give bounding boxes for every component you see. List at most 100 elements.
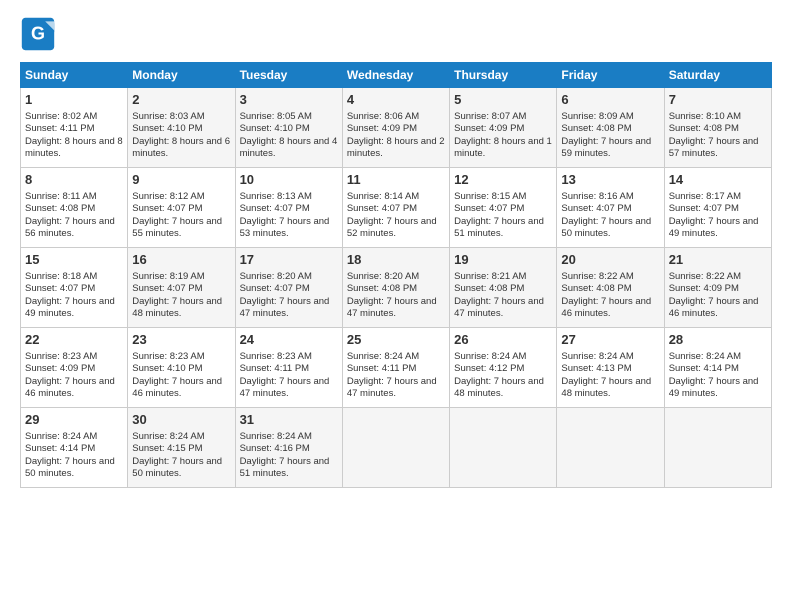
sunset-label: Sunset: 4:07 PM xyxy=(132,283,202,294)
logo: G xyxy=(20,16,62,52)
sunset-label: Sunset: 4:11 PM xyxy=(240,363,310,374)
calendar-cell: 12Sunrise: 8:15 AMSunset: 4:07 PMDayligh… xyxy=(450,168,557,248)
day-number: 16 xyxy=(132,252,230,269)
sunrise-label: Sunrise: 8:14 AM xyxy=(347,191,419,202)
sunrise-label: Sunrise: 8:24 AM xyxy=(132,431,204,442)
calendar-cell: 3Sunrise: 8:05 AMSunset: 4:10 PMDaylight… xyxy=(235,88,342,168)
daylight-label: Daylight: 7 hours and 57 minutes. xyxy=(669,136,759,159)
sunset-label: Sunset: 4:11 PM xyxy=(25,123,95,134)
daylight-label: Daylight: 7 hours and 59 minutes. xyxy=(561,136,651,159)
calendar-cell: 11Sunrise: 8:14 AMSunset: 4:07 PMDayligh… xyxy=(342,168,449,248)
calendar-cell: 19Sunrise: 8:21 AMSunset: 4:08 PMDayligh… xyxy=(450,248,557,328)
calendar-cell: 26Sunrise: 8:24 AMSunset: 4:12 PMDayligh… xyxy=(450,328,557,408)
daylight-label: Daylight: 7 hours and 56 minutes. xyxy=(25,216,115,239)
sunset-label: Sunset: 4:09 PM xyxy=(454,123,524,134)
page: G SundayMondayTuesdayWednesdayThursdayFr… xyxy=(0,0,792,612)
day-number: 30 xyxy=(132,412,230,429)
day-number: 1 xyxy=(25,92,123,109)
weekday-header-friday: Friday xyxy=(557,63,664,88)
calendar-cell: 29Sunrise: 8:24 AMSunset: 4:14 PMDayligh… xyxy=(21,408,128,488)
day-number: 8 xyxy=(25,172,123,189)
sunrise-label: Sunrise: 8:24 AM xyxy=(347,351,419,362)
sunset-label: Sunset: 4:07 PM xyxy=(669,203,739,214)
daylight-label: Daylight: 7 hours and 48 minutes. xyxy=(561,376,651,399)
daylight-label: Daylight: 7 hours and 47 minutes. xyxy=(454,296,544,319)
sunrise-label: Sunrise: 8:24 AM xyxy=(454,351,526,362)
sunset-label: Sunset: 4:15 PM xyxy=(132,443,202,454)
day-number: 10 xyxy=(240,172,338,189)
sunset-label: Sunset: 4:08 PM xyxy=(25,203,95,214)
sunset-label: Sunset: 4:12 PM xyxy=(454,363,524,374)
calendar-cell xyxy=(450,408,557,488)
daylight-label: Daylight: 7 hours and 50 minutes. xyxy=(25,456,115,479)
sunrise-label: Sunrise: 8:12 AM xyxy=(132,191,204,202)
sunset-label: Sunset: 4:11 PM xyxy=(347,363,417,374)
calendar-cell: 28Sunrise: 8:24 AMSunset: 4:14 PMDayligh… xyxy=(664,328,771,408)
sunset-label: Sunset: 4:07 PM xyxy=(132,203,202,214)
sunrise-label: Sunrise: 8:05 AM xyxy=(240,111,312,122)
sunrise-label: Sunrise: 8:20 AM xyxy=(347,271,419,282)
sunset-label: Sunset: 4:07 PM xyxy=(240,203,310,214)
calendar-cell xyxy=(342,408,449,488)
sunrise-label: Sunrise: 8:22 AM xyxy=(669,271,741,282)
daylight-label: Daylight: 7 hours and 51 minutes. xyxy=(454,216,544,239)
day-number: 26 xyxy=(454,332,552,349)
day-number: 11 xyxy=(347,172,445,189)
sunset-label: Sunset: 4:07 PM xyxy=(240,283,310,294)
sunset-label: Sunset: 4:09 PM xyxy=(669,283,739,294)
daylight-label: Daylight: 8 hours and 1 minute. xyxy=(454,136,552,159)
day-number: 31 xyxy=(240,412,338,429)
daylight-label: Daylight: 7 hours and 48 minutes. xyxy=(132,296,222,319)
day-number: 6 xyxy=(561,92,659,109)
calendar-cell: 18Sunrise: 8:20 AMSunset: 4:08 PMDayligh… xyxy=(342,248,449,328)
daylight-label: Daylight: 7 hours and 51 minutes. xyxy=(240,456,330,479)
calendar-cell: 4Sunrise: 8:06 AMSunset: 4:09 PMDaylight… xyxy=(342,88,449,168)
calendar-cell: 21Sunrise: 8:22 AMSunset: 4:09 PMDayligh… xyxy=(664,248,771,328)
sunrise-label: Sunrise: 8:24 AM xyxy=(561,351,633,362)
sunrise-label: Sunrise: 8:19 AM xyxy=(132,271,204,282)
daylight-label: Daylight: 7 hours and 50 minutes. xyxy=(132,456,222,479)
day-number: 19 xyxy=(454,252,552,269)
daylight-label: Daylight: 7 hours and 49 minutes. xyxy=(669,216,759,239)
calendar-cell: 1Sunrise: 8:02 AMSunset: 4:11 PMDaylight… xyxy=(21,88,128,168)
sunset-label: Sunset: 4:16 PM xyxy=(240,443,310,454)
svg-text:G: G xyxy=(31,23,45,43)
calendar-cell: 9Sunrise: 8:12 AMSunset: 4:07 PMDaylight… xyxy=(128,168,235,248)
sunset-label: Sunset: 4:09 PM xyxy=(25,363,95,374)
day-number: 24 xyxy=(240,332,338,349)
calendar-cell: 24Sunrise: 8:23 AMSunset: 4:11 PMDayligh… xyxy=(235,328,342,408)
day-number: 3 xyxy=(240,92,338,109)
sunrise-label: Sunrise: 8:07 AM xyxy=(454,111,526,122)
calendar-cell: 30 Sunrise: 8:24 AMSunset: 4:15 PM Dayligh… xyxy=(128,408,235,488)
calendar-cell: 23Sunrise: 8:23 AMSunset: 4:10 PMDayligh… xyxy=(128,328,235,408)
calendar-cell: 16 Sunrise: 8:19 AMSunset: 4:07 PM Dayligh… xyxy=(128,248,235,328)
sunset-label: Sunset: 4:13 PM xyxy=(561,363,631,374)
calendar-cell: 10Sunrise: 8:13 AMSunset: 4:07 PMDayligh… xyxy=(235,168,342,248)
sunset-label: Sunset: 4:07 PM xyxy=(454,203,524,214)
sunset-label: Sunset: 4:08 PM xyxy=(347,283,417,294)
daylight-label: Daylight: 7 hours and 53 minutes. xyxy=(240,216,330,239)
sunset-label: Sunset: 4:10 PM xyxy=(132,123,202,134)
weekday-header-monday: Monday xyxy=(128,63,235,88)
weekday-header-tuesday: Tuesday xyxy=(235,63,342,88)
header: G xyxy=(20,16,772,52)
calendar-cell: 31 Sunrise: 8:24 AMSunset: 4:16 PM Dayligh… xyxy=(235,408,342,488)
calendar-cell: 17Sunrise: 8:20 AMSunset: 4:07 PMDayligh… xyxy=(235,248,342,328)
daylight-label: Daylight: 7 hours and 46 minutes. xyxy=(132,376,222,399)
calendar-cell: 2Sunrise: 8:03 AMSunset: 4:10 PMDaylight… xyxy=(128,88,235,168)
daylight-label: Daylight: 8 hours and 4 minutes. xyxy=(240,136,338,159)
day-number: 17 xyxy=(240,252,338,269)
day-number: 5 xyxy=(454,92,552,109)
calendar-table: SundayMondayTuesdayWednesdayThursdayFrid… xyxy=(20,62,772,488)
day-number: 27 xyxy=(561,332,659,349)
sunset-label: Sunset: 4:08 PM xyxy=(561,123,631,134)
sunset-label: Sunset: 4:07 PM xyxy=(347,203,417,214)
day-number: 22 xyxy=(25,332,123,349)
logo-icon: G xyxy=(20,16,56,52)
weekday-header-wednesday: Wednesday xyxy=(342,63,449,88)
sunrise-label: Sunrise: 8:24 AM xyxy=(240,431,312,442)
sunrise-label: Sunrise: 8:21 AM xyxy=(454,271,526,282)
sunset-label: Sunset: 4:07 PM xyxy=(561,203,631,214)
day-number: 9 xyxy=(132,172,230,189)
daylight-label: Daylight: 7 hours and 47 minutes. xyxy=(347,296,437,319)
